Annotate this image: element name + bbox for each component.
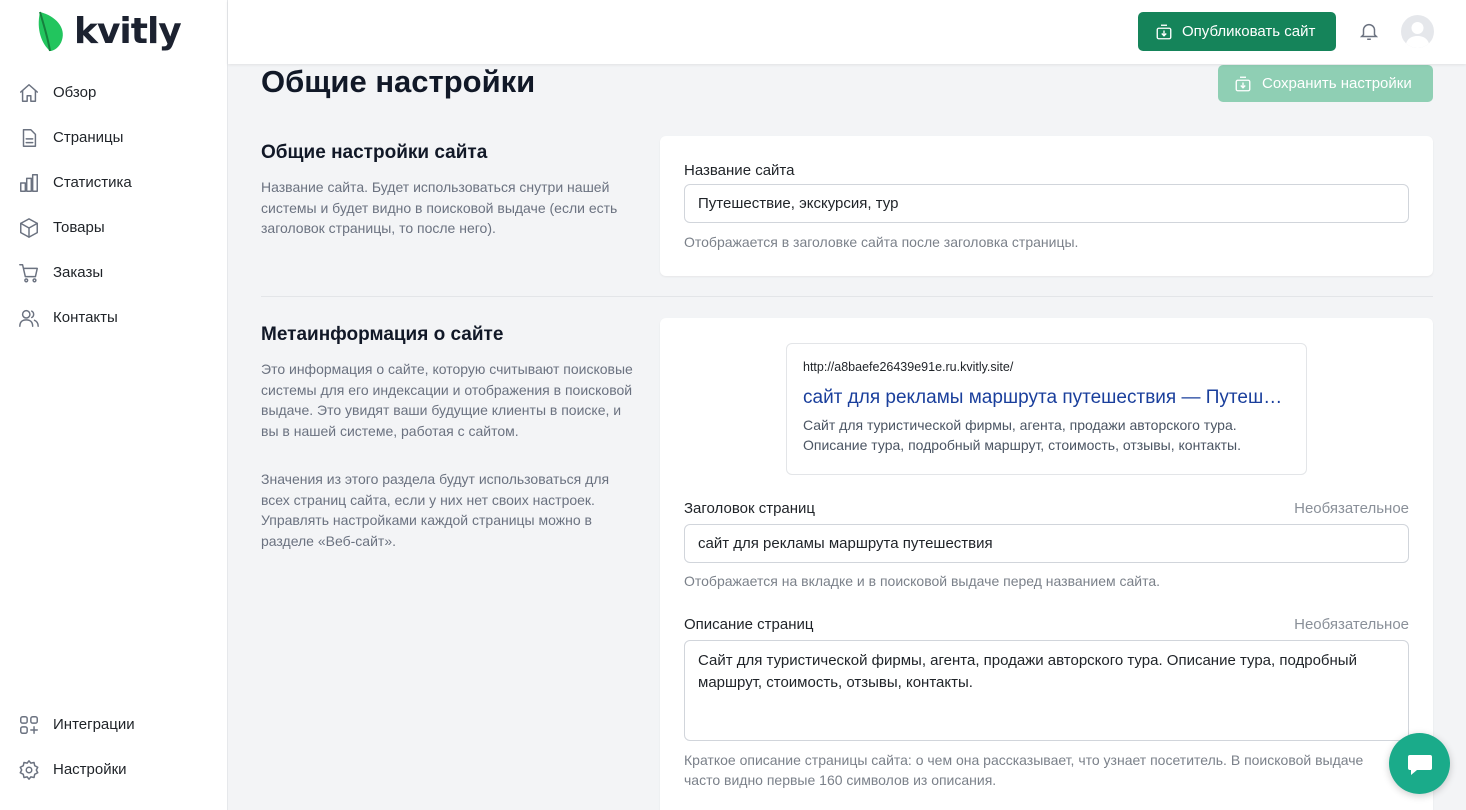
logo[interactable]: kvitly xyxy=(36,10,182,52)
sidebar-item-label: Интеграции xyxy=(53,716,135,733)
sidebar-item-orders[interactable]: Заказы xyxy=(0,250,227,295)
save-settings-label: Сохранить настройки xyxy=(1262,75,1412,92)
meta-section-title: Метаинформация о сайте xyxy=(261,324,504,345)
page-title-input[interactable]: сайт для рекламы маршрута путешествия xyxy=(684,524,1409,563)
sidebar-item-label: Статистика xyxy=(53,174,132,191)
publish-site-button[interactable]: Опубликовать сайт xyxy=(1138,12,1336,51)
logo-text: kvitly xyxy=(74,10,182,52)
meta-settings-card: http://a8baefe26439e91e.ru.kvitly.site/ … xyxy=(660,318,1433,810)
preview-title: сайт для рекламы маршрута путешествия — … xyxy=(803,387,1290,408)
sidebar-item-overview[interactable]: Обзор xyxy=(0,70,227,115)
page-description-label: Описание страниц xyxy=(684,616,814,633)
general-section-title: Общие настройки сайта xyxy=(261,142,488,163)
document-icon xyxy=(18,127,40,149)
gear-icon xyxy=(18,759,40,781)
page-description-textarea[interactable]: Сайт для туристической фирмы, агента, пр… xyxy=(684,640,1409,741)
site-name-input[interactable]: Путешествие, экскурсия, тур xyxy=(684,184,1409,223)
user-avatar-icon xyxy=(1405,22,1430,48)
sidebar-nav: Обзор Страницы Статистика Товары Заказы xyxy=(0,70,227,340)
preview-url: http://a8baefe26439e91e.ru.kvitly.site/ xyxy=(803,360,1014,374)
sidebar-item-label: Заказы xyxy=(53,264,104,281)
sidebar-item-label: Контакты xyxy=(53,309,118,326)
box-icon xyxy=(18,217,40,239)
publish-site-label: Опубликовать сайт xyxy=(1182,23,1316,40)
notifications-bell-icon[interactable] xyxy=(1358,20,1380,42)
meta-section-note: Значения из этого раздела будут использо… xyxy=(261,471,610,549)
page-title: Общие настройки xyxy=(261,64,536,99)
sidebar-item-settings[interactable]: Настройки xyxy=(0,747,227,792)
sidebar-item-label: Настройки xyxy=(53,761,127,778)
topbar: Опубликовать сайт xyxy=(228,0,1466,64)
page-title-help: Отображается на вкладке и в поисковой вы… xyxy=(684,573,1161,589)
general-section-description: Название сайта. Будет использоваться сну… xyxy=(261,179,618,236)
section-divider xyxy=(261,296,1433,297)
site-name-help: Отображается в заголовке сайта после заг… xyxy=(684,234,1079,250)
chart-icon xyxy=(18,172,40,194)
integrations-icon xyxy=(18,714,40,736)
page-description-optional-badge: Необязательное xyxy=(1294,616,1409,633)
sidebar-item-integrations[interactable]: Интеграции xyxy=(0,702,227,747)
leaf-logo-icon xyxy=(38,11,63,52)
page-title-label: Заголовок страниц xyxy=(684,500,816,517)
sidebar-item-statistics[interactable]: Статистика xyxy=(0,160,227,205)
page-title-optional-badge: Необязательное xyxy=(1294,500,1409,517)
site-name-label: Название сайта xyxy=(684,162,795,179)
sidebar: kvitly Обзор Страницы Статистика Товары xyxy=(0,0,228,810)
chat-button[interactable] xyxy=(1389,733,1450,794)
chat-icon xyxy=(1407,754,1432,775)
sidebar-item-contacts[interactable]: Контакты xyxy=(0,295,227,340)
sidebar-item-products[interactable]: Товары xyxy=(0,205,227,250)
page-description-help: Краткое описание страницы сайта: о чем о… xyxy=(684,752,1364,788)
save-settings-button[interactable]: Сохранить настройки xyxy=(1218,65,1433,102)
cart-icon xyxy=(18,262,40,284)
meta-section-description: Это информация о сайте, которую считываю… xyxy=(261,361,633,439)
publish-icon xyxy=(1156,24,1172,39)
sidebar-item-label: Страницы xyxy=(53,129,124,146)
general-settings-card: Название сайта Путешествие, экскурсия, т… xyxy=(660,136,1433,276)
sidebar-bottom-nav: Интеграции Настройки xyxy=(0,702,227,792)
search-preview: http://a8baefe26439e91e.ru.kvitly.site/ … xyxy=(786,343,1307,475)
preview-description: Сайт для туристической фирмы, агента, пр… xyxy=(803,417,1241,453)
avatar[interactable] xyxy=(1401,15,1434,48)
users-icon xyxy=(18,307,40,329)
save-icon xyxy=(1235,76,1251,91)
sidebar-item-label: Обзор xyxy=(53,84,97,101)
home-icon xyxy=(18,82,40,104)
sidebar-item-label: Товары xyxy=(53,219,105,236)
sidebar-item-pages[interactable]: Страницы xyxy=(0,115,227,160)
